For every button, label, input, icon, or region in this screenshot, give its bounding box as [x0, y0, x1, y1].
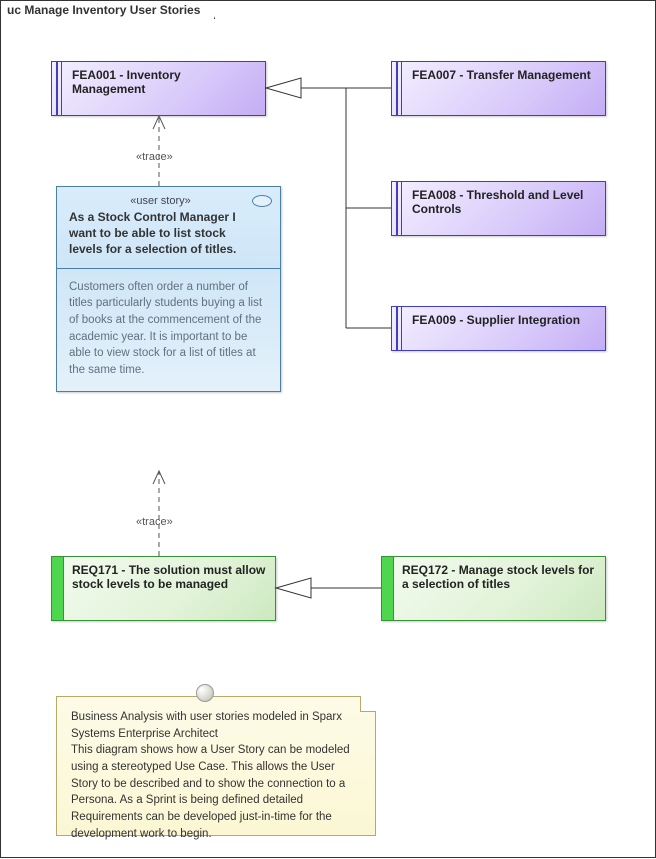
- requirement-req171[interactable]: REQ171 - The solution must allow stock l…: [51, 556, 276, 621]
- frame-title: uc Manage Inventory User Stories: [0, 0, 215, 19]
- feature-fea001-label: FEA001 - Inventory Management: [72, 68, 181, 96]
- note-fold-icon: [360, 696, 376, 712]
- req171-label: REQ171 - The solution must allow stock l…: [72, 563, 265, 591]
- note-line2: This diagram shows how a User Story can …: [71, 742, 361, 842]
- requirement-req172[interactable]: REQ172 - Manage stock levels for a selec…: [381, 556, 606, 621]
- story-title: As a Stock Control Manager I want to be …: [69, 209, 252, 258]
- feature-fea008-label: FEA008 - Threshold and Level Controls: [412, 188, 583, 216]
- note: Business Analysis with user stories mode…: [56, 696, 376, 836]
- feature-fea007-label: FEA007 - Transfer Management: [412, 68, 591, 82]
- trace-label-1: «trace»: [136, 151, 173, 163]
- story-body: Customers often order a number of titles…: [57, 269, 280, 391]
- diagram-frame: uc Manage Inventory User Stories FEA001 …: [0, 0, 656, 858]
- feature-fea007[interactable]: FEA007 - Transfer Management: [391, 61, 606, 116]
- feature-fea001[interactable]: FEA001 - Inventory Management: [51, 61, 266, 116]
- note-line1: Business Analysis with user stories mode…: [71, 709, 361, 742]
- req172-label: REQ172 - Manage stock levels for a selec…: [402, 563, 594, 591]
- trace-label-2: «trace»: [136, 516, 173, 528]
- story-stereotype: «user story»: [69, 195, 252, 207]
- feature-fea008[interactable]: FEA008 - Threshold and Level Controls: [391, 181, 606, 236]
- note-pin-icon: [196, 684, 214, 702]
- usecase-icon: [252, 195, 272, 207]
- feature-fea009[interactable]: FEA009 - Supplier Integration: [391, 306, 606, 351]
- user-story[interactable]: «user story» As a Stock Control Manager …: [56, 186, 281, 392]
- feature-fea009-label: FEA009 - Supplier Integration: [412, 313, 580, 327]
